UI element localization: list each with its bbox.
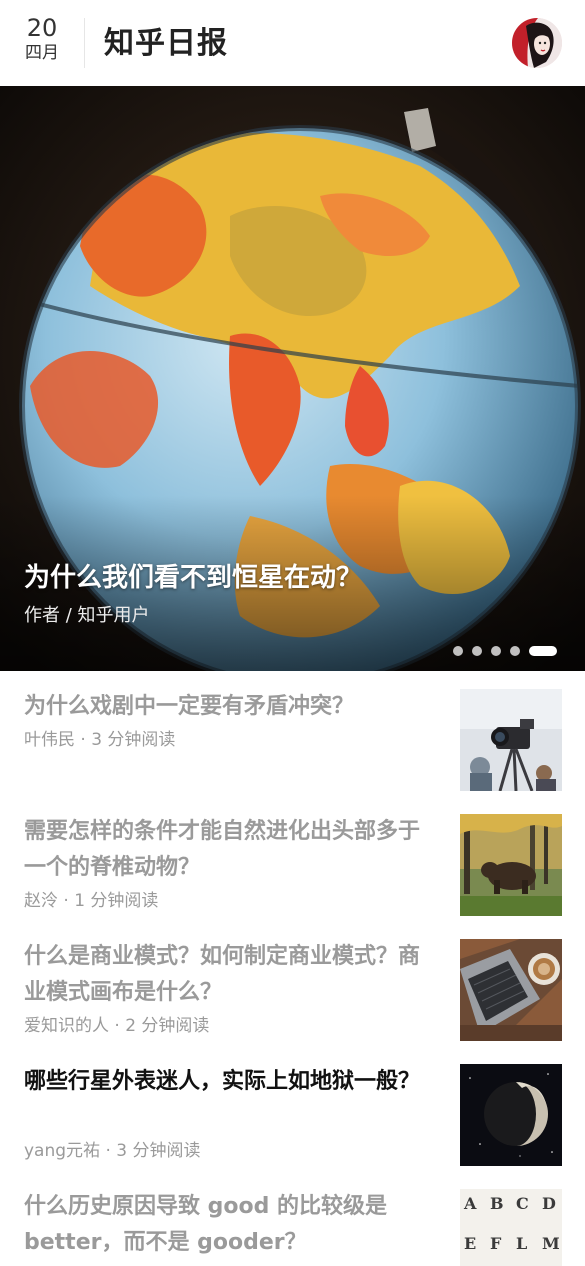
date-month: 四月 [25,43,59,63]
story-meta: yang元祐 · 3 分钟阅读 [24,1141,201,1161]
story-thumbnail: A B C D E F L M [460,1189,562,1266]
laptop-coffee-photo [460,939,562,1041]
letters-photo: A B C D E F L M [460,1189,562,1266]
carousel-indicator [453,646,557,656]
carousel-dot[interactable] [529,646,557,656]
story-meta: 赵泠 · 1 分钟阅读 [24,891,159,911]
thumb-letter: E [464,1234,476,1253]
header-divider [84,18,85,68]
bear-photo [460,814,562,916]
story-thumbnail [460,814,562,916]
story-item[interactable]: 需要怎样的条件才能自然进化出头部多于一个的脊椎动物？ 赵泠 · 1 分钟阅读 [0,796,585,921]
story-item[interactable]: 什么是商业模式？如何制定商业模式？商业模式画布是什么？ 爱知识的人 · 2 分钟… [0,921,585,1046]
story-item[interactable]: 为什么戏剧中一定要有矛盾冲突？ 叶伟民 · 3 分钟阅读 [0,671,585,796]
hero-carousel[interactable]: 为什么我们看不到恒星在动？ 作者 / 知乎用户 [0,86,585,671]
planet-photo [460,1064,562,1166]
user-avatar[interactable] [512,18,562,68]
story-thumbnail [460,1064,562,1166]
camera-photo [460,689,562,791]
story-title: 为什么戏剧中一定要有矛盾冲突？ [24,694,355,719]
story-title: 需要怎样的条件才能自然进化出头部多于一个的脊椎动物？ [24,819,421,880]
hero-author: 作者 / 知乎用户 [24,605,150,626]
app-title: 知乎日报 [104,26,228,61]
carousel-dot[interactable] [491,646,501,656]
thumb-letter: A [463,1194,477,1213]
story-item[interactable]: 哪些行星外表迷人，实际上如地狱一般？ yang元祐 · 3 分钟阅读 [0,1046,585,1171]
carousel-dot[interactable] [453,646,463,656]
thumb-letter: L [516,1234,527,1253]
date-day: 20 [26,14,58,42]
story-meta: 叶伟民 · 3 分钟阅读 [24,730,176,750]
thumb-letter: B [490,1194,504,1213]
story-thumbnail [460,689,562,791]
story-title: 什么历史原因导致 good 的比较级是 better，而不是 gooder？ [24,1194,388,1255]
thumb-letter: M [542,1234,560,1253]
carousel-dot[interactable] [472,646,482,656]
thumb-letter: F [490,1234,502,1253]
date-display: 20 四月 [18,14,66,64]
story-title: 什么是商业模式？如何制定商业模式？商业模式画布是什么？ [24,944,421,1005]
carousel-dot[interactable] [510,646,520,656]
thumb-letter: C [516,1194,529,1213]
top-bar: 20 四月 知乎日报 [0,0,585,86]
story-title: 哪些行星外表迷人，实际上如地狱一般？ [24,1069,421,1094]
hero-title[interactable]: 为什么我们看不到恒星在动？ [24,558,362,598]
story-item[interactable]: 什么历史原因导致 good 的比较级是 better，而不是 gooder？ A… [0,1171,585,1266]
story-thumbnail [460,939,562,1041]
story-meta: 爱知识的人 · 2 分钟阅读 [24,1016,210,1036]
thumb-letter: D [542,1194,556,1213]
avatar-image [512,18,562,68]
